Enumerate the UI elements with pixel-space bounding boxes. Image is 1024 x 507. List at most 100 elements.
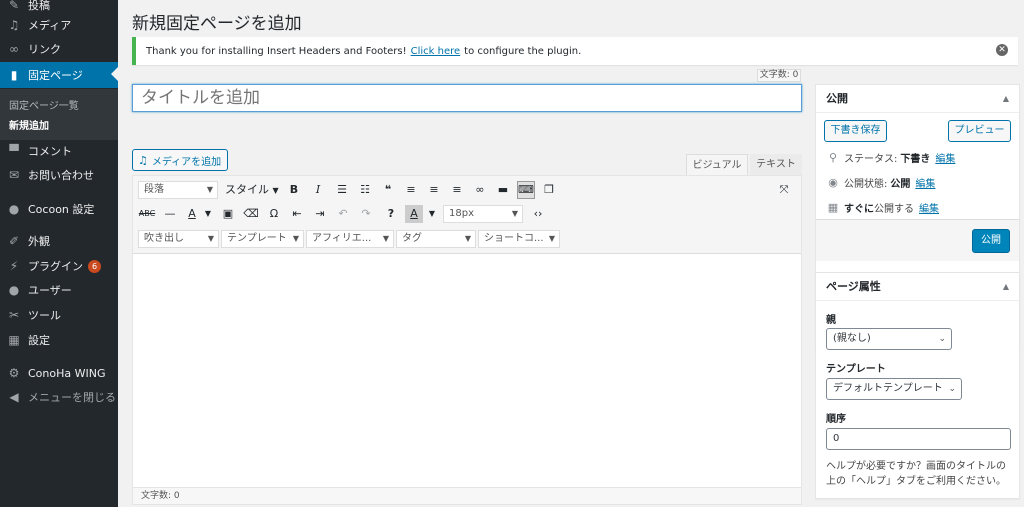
- affiliate-select[interactable]: アフィリエ... ▼: [306, 230, 394, 248]
- page-attributes-header[interactable]: ページ属性 ▲: [816, 273, 1019, 301]
- paste-text-icon[interactable]: ▣: [219, 205, 237, 223]
- edit-schedule-link[interactable]: 編集: [919, 200, 939, 215]
- strikethrough-icon[interactable]: ABC: [138, 205, 156, 223]
- menu-cocoon[interactable]: ● Cocoon 設定: [0, 197, 118, 221]
- menu-comments[interactable]: ▀ コメント: [0, 139, 118, 163]
- notice-link[interactable]: Click here: [411, 46, 461, 57]
- link-icon: ∞: [9, 42, 19, 56]
- tab-text[interactable]: テキスト: [750, 154, 802, 176]
- menu-media[interactable]: ♫ メディア: [0, 13, 118, 37]
- indent-icon[interactable]: ⇥: [311, 205, 329, 223]
- caret-down-icon[interactable]: ▼: [423, 205, 441, 223]
- style-select[interactable]: スタイル ▼: [225, 181, 279, 199]
- code-icon[interactable]: ‹›: [529, 205, 547, 223]
- schedule-label: 公開する: [874, 204, 914, 215]
- edit-visibility-link[interactable]: 編集: [915, 175, 935, 190]
- submenu-all-pages[interactable]: 固定ページ一覧: [9, 97, 79, 112]
- quote-icon[interactable]: ❝: [379, 181, 397, 199]
- gear-icon: ⚙: [8, 366, 20, 380]
- align-left-icon[interactable]: ≡: [402, 181, 420, 199]
- bullet-list-icon[interactable]: ☰: [333, 181, 351, 199]
- template-select[interactable]: デフォルトテンプレート ⌄: [826, 378, 962, 400]
- publish-actions: 公開: [816, 219, 1019, 261]
- menu-tools[interactable]: ✂ ツール: [0, 303, 118, 327]
- shortcode-select[interactable]: ショートコ... ▼: [478, 230, 560, 248]
- menu-appearance[interactable]: ✐ 外観: [0, 229, 118, 253]
- visibility-label: 公開状態:: [844, 179, 888, 190]
- menu-pages[interactable]: ▮ 固定ページ: [0, 62, 118, 88]
- status-value: 下書き: [900, 154, 931, 165]
- menu-label: 固定ページ: [28, 69, 83, 82]
- plugin-notice: Thank you for installing Insert Headers …: [132, 37, 1018, 65]
- add-media-button[interactable]: ♫ メディアを追加: [132, 149, 228, 171]
- publish-button[interactable]: 公開: [972, 229, 1010, 253]
- tab-visual[interactable]: ビジュアル: [686, 154, 748, 176]
- status-label: ステータス:: [844, 154, 898, 165]
- format-select[interactable]: 段落 ▼: [138, 181, 218, 199]
- toolbar-toggle-icon[interactable]: ⌨: [517, 181, 535, 199]
- pages-submenu: 固定ページ一覧 新規追加: [0, 89, 118, 140]
- select-value: テンプレート: [227, 233, 287, 244]
- undo-icon[interactable]: ↶: [334, 205, 352, 223]
- menu-settings[interactable]: ▦ 設定: [0, 328, 118, 352]
- collapse-arrow-icon[interactable]: ▲: [1003, 273, 1009, 301]
- clear-format-icon[interactable]: ⌫: [242, 205, 260, 223]
- link-icon[interactable]: ∞: [471, 181, 489, 199]
- editor-toolbar: 段落 ▼ スタイル ▼ B I ☰ ☷ ❝ ≡ ≡ ≡ ∞ ▬ ⌨ ❐ ⤧ ABC…: [133, 176, 801, 254]
- select-value: タグ: [402, 233, 422, 244]
- collapse-arrow-icon[interactable]: ▲: [1003, 85, 1009, 113]
- align-center-icon[interactable]: ≡: [425, 181, 443, 199]
- horizontal-line-icon[interactable]: —: [161, 205, 179, 223]
- chevron-down-icon: ⌄: [938, 334, 946, 344]
- copy-icon[interactable]: ❐: [540, 181, 558, 199]
- template-select-value: デフォルトテンプレート: [833, 383, 943, 394]
- caret-down-icon: ▼: [548, 234, 555, 243]
- cocoon-icon: ●: [8, 202, 20, 216]
- title-input[interactable]: [132, 84, 802, 112]
- fullscreen-icon[interactable]: ⤧: [775, 181, 793, 199]
- outdent-icon[interactable]: ⇤: [288, 205, 306, 223]
- menu-label: プラグイン: [28, 260, 83, 273]
- speech-bubble-select[interactable]: 吹き出し ▼: [138, 230, 219, 248]
- menu-links[interactable]: ∞ リンク: [0, 37, 118, 61]
- style-select-value: スタイル: [225, 183, 269, 196]
- italic-icon[interactable]: I: [309, 181, 327, 199]
- order-input[interactable]: 0: [826, 428, 1011, 450]
- template-label: テンプレート: [826, 364, 886, 375]
- menu-plugins[interactable]: ⚡ プラグイン 6: [0, 254, 118, 278]
- help-icon[interactable]: ?: [382, 205, 400, 223]
- redo-icon[interactable]: ↷: [357, 205, 375, 223]
- font-size-select[interactable]: 18px ▼: [443, 205, 523, 223]
- editor-content-area[interactable]: [133, 254, 801, 488]
- template-select[interactable]: テンプレート ▼: [221, 230, 304, 248]
- background-color-icon[interactable]: A: [405, 205, 423, 223]
- save-draft-button[interactable]: 下書き保存: [824, 120, 887, 142]
- edit-status-link[interactable]: 編集: [935, 150, 955, 165]
- menu-collapse[interactable]: ◀ メニューを閉じる: [0, 385, 118, 409]
- menu-label: ConoHa WING: [28, 366, 106, 380]
- help-text: ヘルプが必要ですか？画面のタイトルの上の「ヘルプ」タブをご利用ください。: [826, 461, 1006, 487]
- caret-down-icon[interactable]: ▼: [199, 205, 217, 223]
- menu-label: ツール: [28, 309, 61, 322]
- menu-label: Cocoon 設定: [28, 203, 95, 216]
- special-char-icon[interactable]: Ω: [265, 205, 283, 223]
- bold-icon[interactable]: B: [285, 181, 303, 199]
- numbered-list-icon[interactable]: ☷: [356, 181, 374, 199]
- submenu-add-new[interactable]: 新規追加: [9, 117, 49, 132]
- eye-icon: ◉: [828, 176, 838, 189]
- publish-box-header[interactable]: 公開 ▲: [816, 85, 1019, 113]
- tag-select[interactable]: タグ ▼: [396, 230, 476, 248]
- visibility-row: ◉ 公開状態: 公開 編集: [826, 175, 935, 190]
- caret-down-icon: ▼: [206, 185, 213, 194]
- notice-text-after: to configure the plugin.: [464, 45, 582, 57]
- align-right-icon[interactable]: ≡: [448, 181, 466, 199]
- menu-users[interactable]: ● ユーザー: [0, 278, 118, 302]
- menu-contact[interactable]: ✉ お問い合わせ: [0, 163, 118, 187]
- preview-button[interactable]: プレビュー: [948, 120, 1011, 142]
- close-icon[interactable]: ✕: [996, 44, 1008, 56]
- status-row: ⚲ ステータス: 下書き 編集: [826, 150, 955, 165]
- read-more-icon[interactable]: ▬: [494, 181, 512, 199]
- menu-conoha[interactable]: ⚙ ConoHa WING: [0, 361, 118, 385]
- parent-select[interactable]: (親なし) ⌄: [826, 328, 952, 350]
- page-attributes-box: ページ属性 ▲ 親 (親なし) ⌄ テンプレート デフォルトテンプレート ⌄ 順序 …: [815, 272, 1020, 499]
